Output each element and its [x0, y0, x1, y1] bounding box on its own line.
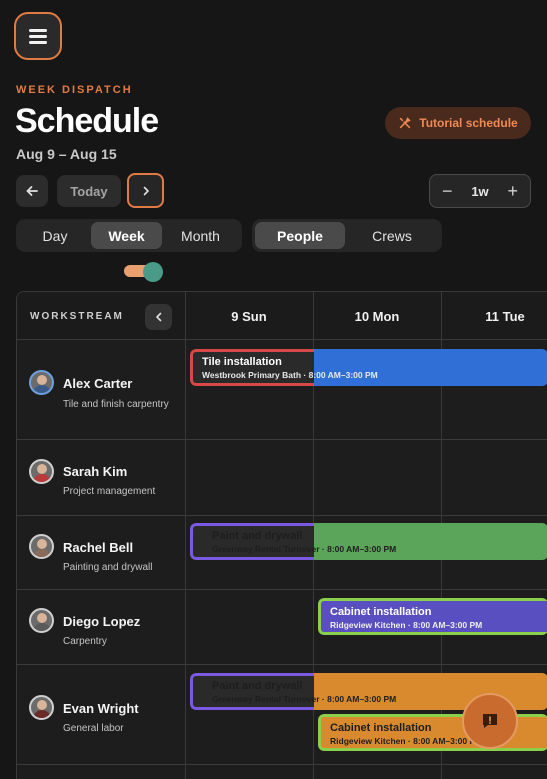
event-bar [314, 349, 547, 386]
row-divider [17, 764, 547, 765]
tools-icon [400, 117, 411, 129]
event-subtitle: Greenway Rental Turnover · 8:00 AM–3:00 … [212, 544, 397, 554]
person-role: General labor [63, 723, 124, 734]
tab-crews[interactable]: Crews [345, 222, 439, 249]
schedule-page: WEEK DISPATCH Schedule Aug 9 – Aug 15 Tu… [0, 0, 547, 779]
person-row-alex-carter[interactable]: Alex Carter Tile and finish carpentry [17, 340, 185, 439]
grid-header-row: WORKSTREAM 9 Sun 10 Mon 11 Tue [17, 292, 547, 340]
chevron-left-icon [155, 312, 161, 322]
feedback-button[interactable] [462, 693, 518, 749]
event-subtitle: Ridgeview Kitchen · 8:00 AM–3:00 PM [330, 736, 483, 746]
zoom-out-button[interactable]: − [442, 181, 453, 202]
page-title: Schedule [15, 102, 159, 140]
zoom-level: 1w [471, 183, 489, 199]
page-eyebrow: WEEK DISPATCH [16, 84, 133, 96]
person-role: Painting and drywall [63, 562, 153, 573]
previous-week-button[interactable] [16, 175, 48, 207]
tutorial-schedule-label: Tutorial schedule [419, 116, 518, 130]
column-divider [185, 292, 186, 779]
event-title: Tile installation [202, 356, 282, 368]
person-row-evan-wright[interactable]: Evan Wright General labor [17, 665, 185, 764]
avatar [29, 370, 54, 395]
workstream-header: WORKSTREAM [30, 311, 124, 322]
tab-day[interactable]: Day [19, 222, 91, 249]
person-name: Evan Wright [63, 701, 139, 716]
avatar [29, 459, 54, 484]
collapse-sidebar-button[interactable] [145, 304, 172, 330]
event-bar [314, 523, 547, 560]
person-name: Alex Carter [63, 376, 133, 391]
toggle-knob [143, 262, 163, 282]
event-paint-drywall-rachel[interactable]: Paint and drywall Greenway Rental Turnov… [190, 523, 547, 560]
event-tile-installation[interactable]: Tile installation Westbrook Primary Bath… [190, 349, 547, 386]
zoom-in-button[interactable]: + [507, 181, 518, 202]
view-switcher: Day Week Month [16, 219, 242, 252]
group-switcher: People Crews [252, 219, 442, 252]
person-name: Rachel Bell [63, 540, 134, 555]
tab-month[interactable]: Month [162, 222, 239, 249]
day-header-mon: 10 Mon [354, 308, 400, 324]
day-header-sun: 9 Sun [231, 308, 267, 324]
feedback-icon [483, 714, 497, 728]
today-button[interactable]: Today [57, 175, 121, 207]
person-role: Carpentry [63, 636, 107, 647]
chevron-right-icon [143, 186, 149, 195]
display-toggle[interactable] [124, 262, 164, 282]
event-subtitle: Ridgeview Kitchen · 8:00 AM–3:00 PM [330, 620, 483, 630]
date-range: Aug 9 – Aug 15 [16, 146, 117, 162]
event-title: Paint and drywall [212, 680, 303, 692]
event-subtitle: Greenway Rental Turnover · 8:00 AM–3:00 … [212, 694, 397, 704]
day-header-tue: 11 Tue [485, 308, 525, 324]
arrow-left-icon [26, 186, 38, 196]
menu-button[interactable] [14, 12, 62, 60]
event-subtitle: Westbrook Primary Bath · 8:00 AM–3:00 PM [202, 370, 378, 380]
person-name: Diego Lopez [63, 614, 141, 629]
avatar [29, 695, 54, 720]
person-row-rachel-bell[interactable]: Rachel Bell Painting and drywall [17, 516, 185, 589]
tab-week[interactable]: Week [91, 222, 162, 249]
zoom-control: − 1w + [429, 174, 531, 208]
person-role: Project management [63, 486, 156, 497]
avatar [29, 534, 54, 559]
event-title: Cabinet installation [330, 606, 432, 618]
next-week-button[interactable] [127, 173, 164, 208]
event-cabinet-installation-diego[interactable]: Cabinet installation Ridgeview Kitchen ·… [318, 598, 547, 635]
tab-people[interactable]: People [255, 222, 345, 249]
menu-icon [29, 29, 47, 44]
event-title: Cabinet installation [330, 722, 432, 734]
event-title: Paint and drywall [212, 530, 303, 542]
person-row-diego-lopez[interactable]: Diego Lopez Carpentry [17, 590, 185, 664]
avatar [29, 608, 54, 633]
person-role: Tile and finish carpentry [63, 399, 169, 410]
person-row-sarah-kim[interactable]: Sarah Kim Project management [17, 440, 185, 515]
tutorial-schedule-button[interactable]: Tutorial schedule [385, 107, 531, 139]
person-name: Sarah Kim [63, 464, 128, 479]
